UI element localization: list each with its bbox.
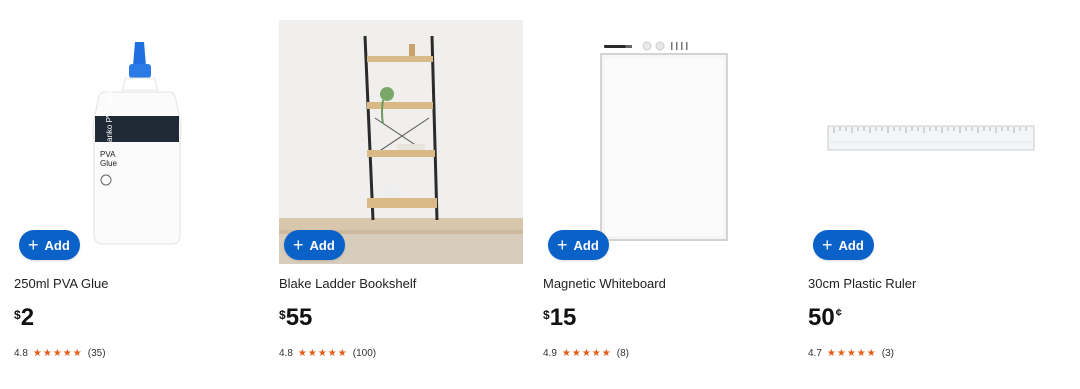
- product-rating: 4.9 ★★★★★ (8): [543, 348, 629, 359]
- product-name[interactable]: Magnetic Whiteboard: [543, 276, 666, 291]
- product-name[interactable]: Blake Ladder Bookshelf: [279, 276, 416, 291]
- plus-icon: +: [28, 234, 39, 255]
- rating-value: 4.8: [14, 348, 28, 359]
- currency-symbol: $: [279, 308, 286, 322]
- product-card-plastic-ruler[interactable]: + Add 30cm Plastic Ruler 50 ¢ 4.7 ★★★★★ …: [808, 20, 1052, 380]
- product-card-pva-glue[interactable]: anko PVA Glue PVA Glue + Add 250ml PVA G…: [14, 20, 258, 380]
- svg-text:PVA: PVA: [100, 150, 116, 159]
- star-icons: ★★★★★: [826, 348, 877, 359]
- price-suffix: ¢: [835, 307, 842, 319]
- product-image-pva-glue[interactable]: anko PVA Glue PVA Glue: [14, 20, 258, 264]
- review-count: (8): [616, 348, 629, 359]
- product-price: 50 ¢: [808, 306, 842, 330]
- add-label: Add: [44, 237, 70, 253]
- product-image-ladder-bookshelf[interactable]: [279, 20, 523, 264]
- product-image-plastic-ruler[interactable]: [808, 20, 1052, 264]
- plus-icon: +: [293, 234, 304, 255]
- product-grid: anko PVA Glue PVA Glue + Add 250ml PVA G…: [0, 0, 1080, 389]
- add-button[interactable]: + Add: [19, 230, 80, 260]
- product-price: $ 55: [279, 306, 313, 330]
- plus-icon: +: [822, 234, 833, 255]
- add-button[interactable]: + Add: [548, 230, 609, 260]
- star-icons: ★★★★★: [32, 348, 83, 359]
- product-price: $ 15: [543, 306, 577, 330]
- rating-value: 4.8: [279, 348, 293, 359]
- product-image-magnetic-whiteboard[interactable]: [543, 20, 787, 264]
- price-amount: 2: [20, 304, 35, 331]
- review-count: (35): [87, 348, 106, 359]
- product-price: $ 2: [14, 306, 35, 330]
- product-rating: 4.8 ★★★★★ (100): [279, 348, 376, 359]
- price-amount: 55: [285, 304, 313, 331]
- product-card-ladder-bookshelf[interactable]: + Add Blake Ladder Bookshelf $ 55 4.8 ★★…: [279, 20, 523, 380]
- product-name[interactable]: 250ml PVA Glue: [14, 276, 108, 291]
- product-rating: 4.8 ★★★★★ (35): [14, 348, 106, 359]
- svg-text:Glue: Glue: [100, 159, 117, 168]
- add-button[interactable]: + Add: [284, 230, 345, 260]
- star-icons: ★★★★★: [561, 348, 612, 359]
- price-amount: 50: [808, 304, 835, 331]
- add-button[interactable]: + Add: [813, 230, 874, 260]
- rating-value: 4.9: [543, 348, 557, 359]
- add-label: Add: [309, 237, 335, 253]
- review-count: (100): [352, 348, 377, 359]
- add-label: Add: [573, 237, 599, 253]
- star-icons: ★★★★★: [297, 348, 348, 359]
- currency-symbol: $: [543, 308, 550, 322]
- plus-icon: +: [557, 234, 568, 255]
- currency-symbol: $: [14, 308, 21, 322]
- product-name[interactable]: 30cm Plastic Ruler: [808, 276, 916, 291]
- add-label: Add: [838, 237, 864, 253]
- product-rating: 4.7 ★★★★★ (3): [808, 348, 894, 359]
- price-amount: 15: [549, 304, 577, 331]
- rating-value: 4.7: [808, 348, 822, 359]
- product-card-magnetic-whiteboard[interactable]: + Add Magnetic Whiteboard $ 15 4.9 ★★★★★…: [543, 20, 787, 380]
- brand-logo: anko PVA Glue: [105, 88, 114, 142]
- review-count: (3): [881, 348, 894, 359]
